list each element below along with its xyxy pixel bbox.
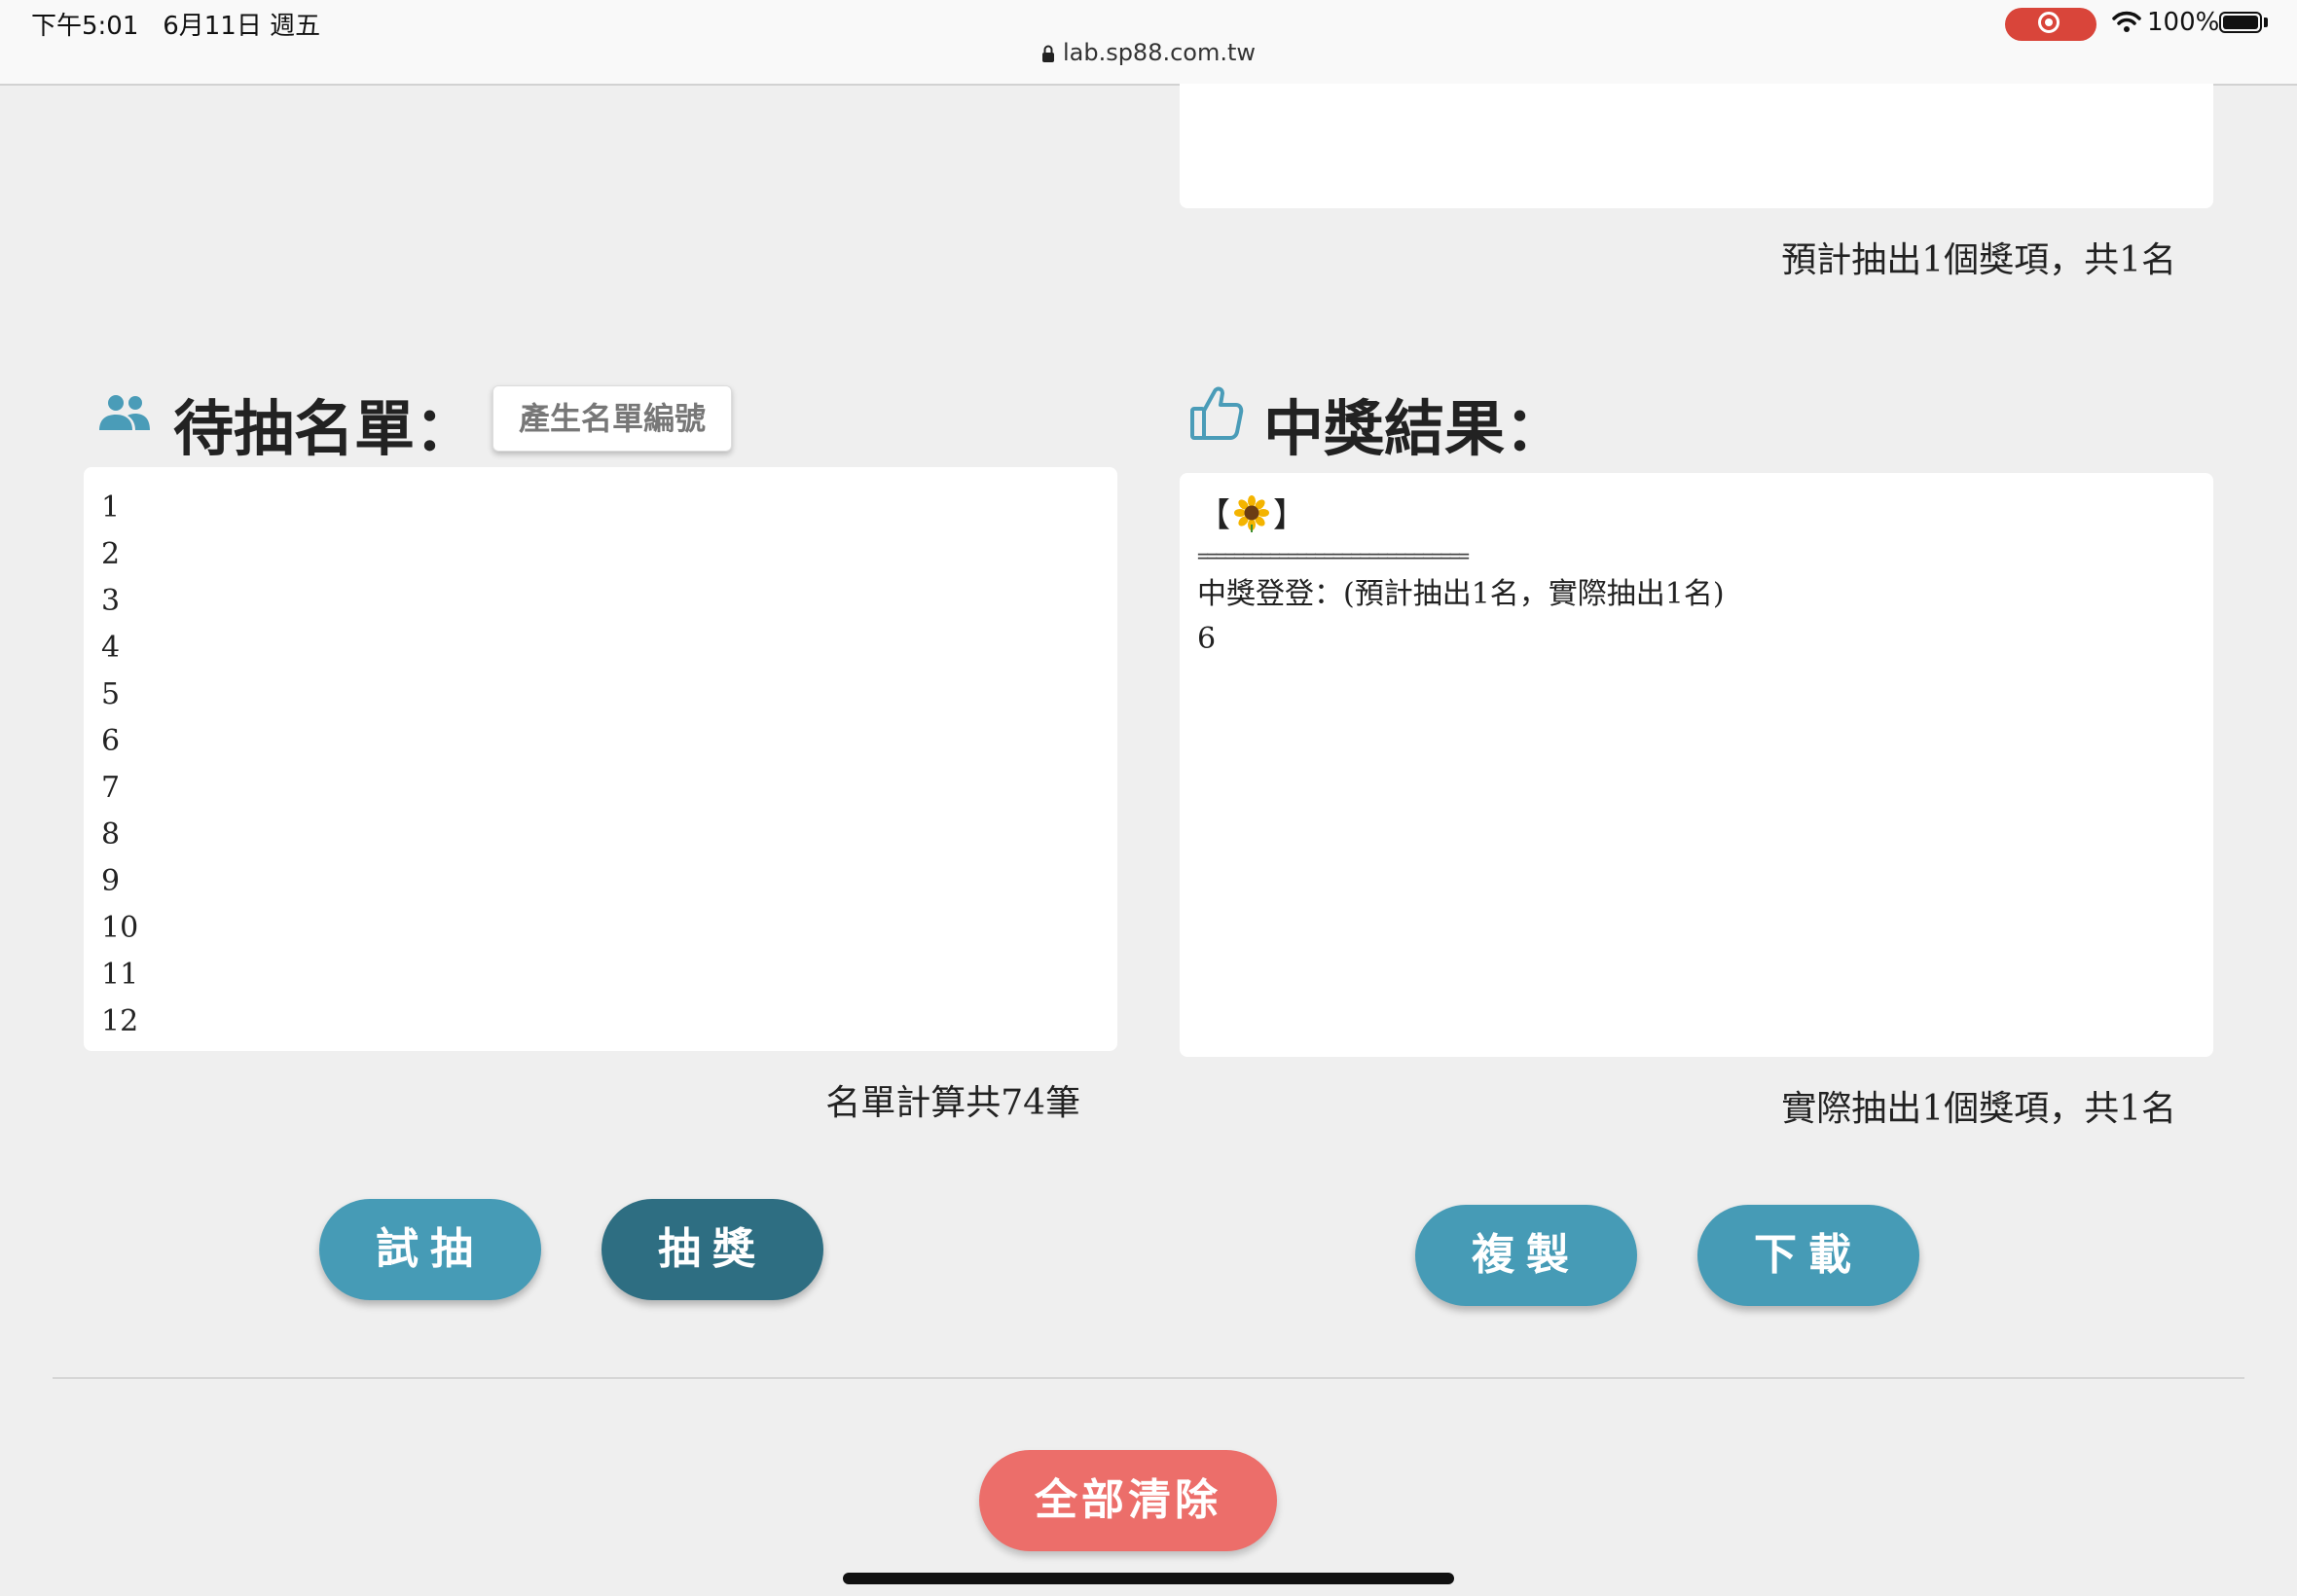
clear-all-button[interactable]: 全部清除 [979, 1450, 1277, 1551]
url-text: lab.sp88.com.tw [1062, 39, 1257, 66]
list-count-text: 名單計算共74筆 [825, 1083, 1080, 1123]
address-bar[interactable]: lab.sp88.com.tw [0, 39, 2297, 66]
wifi-icon [2112, 11, 2141, 32]
divider [53, 1377, 2244, 1379]
list-item: 8 [101, 817, 121, 852]
battery-icon [2219, 12, 2262, 33]
bracket-open: 【 [1197, 496, 1230, 535]
winner-entry: 6 [1197, 622, 1217, 656]
planned-prize-text: 預計抽出1個獎項，共1名 [1781, 240, 2176, 280]
list-item: 2 [101, 537, 121, 571]
separator-line: ============================== [1197, 544, 1470, 567]
status-bar: 下午5:01 6月11日 週五 lab.sp88.com.tw 100% [0, 0, 2297, 86]
list-item: 12 [101, 1004, 139, 1038]
screen-record-icon[interactable] [2005, 8, 2096, 41]
draw-button[interactable]: 抽獎 [602, 1199, 823, 1300]
list-item: 11 [101, 958, 139, 992]
lock-icon [1041, 45, 1054, 62]
list-item: 1 [101, 490, 121, 525]
home-indicator[interactable] [843, 1573, 1454, 1584]
list-item: 10 [101, 911, 139, 945]
battery-percent: 100% [2147, 8, 2220, 37]
list-item: 3 [101, 584, 121, 618]
status-date: 6月11日 週五 [163, 12, 321, 41]
list-title: 待抽名單： [173, 393, 476, 464]
list-textarea[interactable]: 1 2 3 4 5 6 7 8 9 10 11 12 [84, 467, 1117, 1051]
prize-name-line: 【 】 [1197, 492, 2213, 539]
generate-list-numbers-button[interactable]: 產生名單編號 [492, 385, 732, 452]
list-item: 4 [101, 631, 121, 665]
list-item: 6 [101, 724, 121, 758]
people-icon [99, 395, 150, 430]
result-textarea[interactable]: 【 】 ============================== 中獎登登：… [1180, 473, 2213, 1057]
result-content: 【 】 ============================== 中獎登登：… [1180, 473, 2213, 662]
download-button[interactable]: 下載 [1697, 1205, 1919, 1306]
prize-input-box[interactable] [1180, 84, 2213, 208]
sunflower-icon [1234, 495, 1269, 532]
winner-summary: 中獎登登：(預計抽出1名，實際抽出1名) [1197, 577, 1725, 611]
thumbs-up-icon [1190, 386, 1244, 440]
result-title: 中獎結果： [1263, 393, 1566, 464]
list-item: 9 [101, 864, 121, 898]
status-time-date: 下午5:01 6月11日 週五 [31, 6, 320, 42]
trial-draw-button[interactable]: 試抽 [319, 1199, 541, 1300]
status-time: 下午5:01 [31, 12, 139, 41]
list-items: 1 2 3 4 5 6 7 8 9 10 11 12 [84, 467, 1117, 1045]
actual-prize-text: 實際抽出1個獎項，共1名 [1781, 1089, 2176, 1129]
bracket-close: 】 [1273, 496, 1306, 535]
battery-tip [2264, 18, 2268, 27]
list-item: 7 [101, 771, 121, 805]
copy-button[interactable]: 複製 [1415, 1205, 1637, 1306]
list-item: 5 [101, 677, 121, 711]
